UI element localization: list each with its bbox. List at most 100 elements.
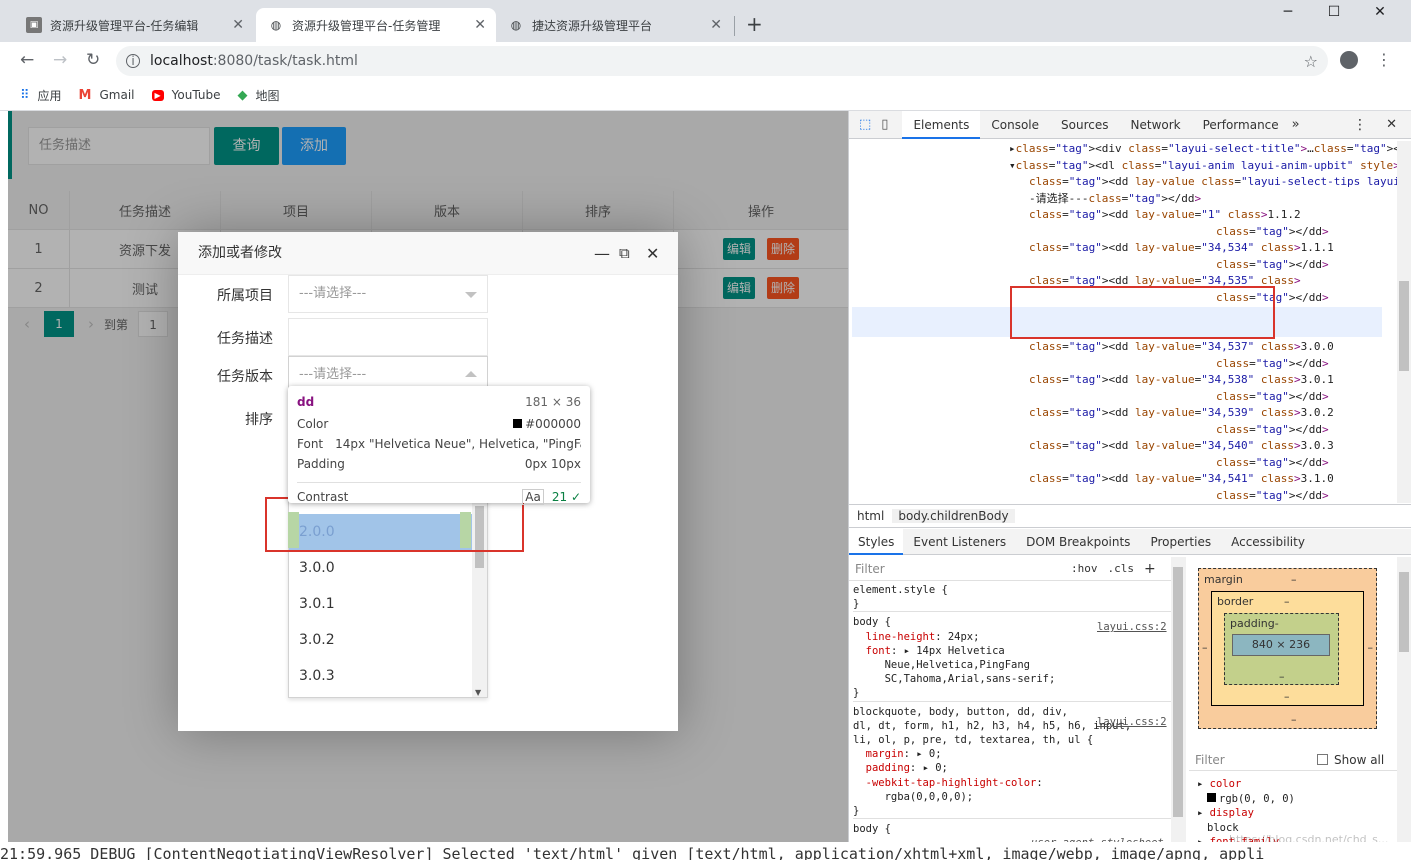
scrollbar[interactable] — [1397, 557, 1411, 859]
apps-icon: ⠿ — [20, 87, 30, 103]
desc-input[interactable] — [288, 318, 488, 356]
field-label-sort: 排序 — [245, 412, 273, 428]
filter-input[interactable]: Filter — [855, 562, 1061, 576]
cls-toggle[interactable]: .cls — [1108, 562, 1135, 575]
bookmark-label: 应用 — [37, 88, 62, 103]
tab-properties[interactable]: Properties — [1140, 535, 1221, 549]
tab-performance[interactable]: Performance — [1192, 111, 1290, 139]
dom-line[interactable]: class="tag"><dd lay-value="34,539" class… — [849, 405, 1397, 422]
menu-kebab-icon[interactable]: ⋮ — [1376, 50, 1392, 69]
tab-sources[interactable]: Sources — [1050, 111, 1119, 139]
dom-line[interactable]: class="tag"><dd lay-value class="layui-s… — [849, 174, 1397, 191]
dom-line[interactable]: ▾class="tag"><dl class="layui-anim layui… — [849, 158, 1397, 175]
dom-line[interactable]: ▸class="tag"><div class="layui-select-ti… — [849, 141, 1397, 158]
browser-tab[interactable]: ▣ 资源升级管理平台-任务编辑 ✕ — [14, 8, 254, 42]
dom-line[interactable]: class="tag"><dd lay-value="34,534" class… — [849, 240, 1397, 257]
bookmark-gmail[interactable]: M Gmail — [79, 88, 135, 103]
computed-filter[interactable]: Filter Show all — [1189, 749, 1397, 771]
select-value: ---请选择--- — [299, 367, 367, 382]
minimize-icon[interactable]: — — [594, 244, 610, 263]
scrollbar[interactable] — [1397, 141, 1411, 503]
dom-line[interactable]: class="tag"></dd> — [849, 488, 1397, 504]
more-tabs-icon[interactable]: » — [1292, 117, 1300, 132]
device-icon[interactable]: ▯ — [881, 117, 888, 132]
option-item[interactable]: 3.0.2 — [289, 622, 487, 658]
browser-tab-active[interactable]: ◍ 资源升级管理平台-任务管理 ✕ — [256, 8, 496, 42]
close-icon[interactable]: ✕ — [646, 244, 659, 263]
window-close-icon[interactable]: ✕ — [1357, 4, 1403, 28]
dom-line[interactable]: class="tag"></dd> — [849, 356, 1397, 373]
address-bar[interactable]: i localhost:8080/task/task.html ☆ — [116, 46, 1328, 76]
close-icon[interactable]: ✕ — [474, 17, 486, 33]
box-model-content: 840 × 236 — [1232, 634, 1330, 656]
style-line: Neue,Helvetica,PingFang — [853, 659, 1031, 672]
style-line: SC,Tahoma,Arial,sans-serif; — [853, 673, 1056, 686]
dom-line[interactable]: class="tag"></dd> — [849, 257, 1397, 274]
reload-icon[interactable]: ↻ — [86, 50, 100, 70]
minimize-icon[interactable]: ─ — [1265, 4, 1311, 28]
option-item[interactable]: 3.0.3 — [289, 658, 487, 694]
breadcrumb-item[interactable]: html — [857, 509, 884, 523]
devtools-tabs: ⬚ ▯ Elements Console Sources Network Per… — [849, 110, 1411, 139]
scrollbar[interactable] — [1171, 557, 1186, 859]
maximize-icon[interactable]: ☐ — [1311, 4, 1357, 28]
dom-line[interactable]: class="tag"><dd lay-value="1" class>1.1.… — [849, 207, 1397, 224]
add-rule-icon[interactable]: + — [1144, 561, 1156, 577]
tab-console[interactable]: Console — [980, 111, 1050, 139]
show-all-label: Show all — [1334, 752, 1385, 767]
settings-kebab-icon[interactable]: ⋮ — [1353, 117, 1367, 133]
dom-line[interactable]: class="tag"></dd> — [849, 455, 1397, 472]
browser-tab[interactable]: ◍ 捷达资源升级管理平台 ✕ — [496, 8, 732, 42]
box-model-border: border – – padding- 840 × 236 – — [1211, 591, 1364, 706]
dom-line[interactable]: class="tag"><dd lay-value="34,538" class… — [849, 372, 1397, 389]
dom-line[interactable]: class="tag"></dd> — [849, 389, 1397, 406]
tab-title: 资源升级管理平台-任务编辑 — [50, 18, 199, 33]
globe-icon: ◍ — [270, 18, 282, 32]
bookmark-maps[interactable]: ◆ 地图 — [237, 87, 279, 104]
style-source-link[interactable]: layui.css:2 — [1097, 619, 1167, 636]
close-icon[interactable]: ✕ — [232, 17, 244, 33]
tooltip-key: Font — [297, 437, 324, 451]
tab-dom-breakpoints[interactable]: DOM Breakpoints — [1016, 535, 1140, 549]
bookmark-youtube[interactable]: ▶ YouTube — [151, 88, 220, 102]
style-source-link[interactable]: layui.css:2 — [1097, 714, 1167, 731]
tab-styles[interactable]: Styles — [849, 528, 904, 555]
breadcrumb-item[interactable]: body.childrenBody — [892, 509, 1015, 523]
new-tab-icon[interactable]: + — [746, 12, 763, 36]
close-icon[interactable]: ✕ — [710, 17, 722, 33]
star-icon[interactable]: ☆ — [1304, 52, 1318, 71]
tab-network[interactable]: Network — [1120, 111, 1192, 139]
close-devtools-icon[interactable]: ✕ — [1386, 117, 1397, 132]
option-item[interactable]: 3.0.0 — [289, 550, 487, 586]
option-item[interactable]: 3.0.1 — [289, 586, 487, 622]
bookmark-apps[interactable]: ⠿ 应用 — [20, 87, 62, 104]
tooltip-value: 0px 10px — [524, 457, 581, 471]
checkbox[interactable] — [1317, 754, 1328, 765]
back-icon[interactable]: ← — [20, 50, 34, 70]
tab-title: 捷达资源升级管理平台 — [532, 18, 653, 33]
profile-icon[interactable] — [1340, 51, 1358, 69]
style-line: font: ▸ 14px Helvetica — [865, 644, 1005, 657]
styles-filter[interactable]: Filter :hov .cls + — [849, 557, 1171, 581]
style-line: padding: ▸ 0; — [865, 762, 948, 775]
project-select[interactable]: ---请选择--- — [288, 275, 488, 313]
tab-event-listeners[interactable]: Event Listeners — [903, 535, 1016, 549]
field-label-desc: 任务描述 — [217, 331, 273, 347]
dom-line[interactable]: class="tag"><dd lay-value="34,540" class… — [849, 438, 1397, 455]
tab-title: 资源升级管理平台-任务管理 — [292, 18, 441, 33]
dom-line[interactable]: -请选择---class="tag"></dd> — [849, 191, 1397, 208]
dom-line[interactable]: class="tag"></dd> — [849, 224, 1397, 241]
contrast-value: Aa 21 ✓ — [522, 488, 581, 507]
dom-line[interactable]: class="tag"><dd lay-value="34,537" class… — [849, 339, 1397, 356]
hov-toggle[interactable]: :hov — [1071, 562, 1098, 575]
field-label-project: 所属项目 — [217, 288, 273, 304]
maximize-icon[interactable]: ⧉ — [619, 244, 630, 262]
dom-line[interactable]: class="tag"></dd> — [849, 422, 1397, 439]
filter-input[interactable]: Filter — [1195, 753, 1317, 767]
inspect-icon[interactable]: ⬚ — [859, 117, 871, 132]
image-icon: ▣ — [26, 17, 42, 33]
forward-icon[interactable]: → — [53, 50, 67, 70]
dom-line[interactable]: class="tag"><dd lay-value="34,541" class… — [849, 471, 1397, 488]
tab-accessibility[interactable]: Accessibility — [1221, 535, 1315, 549]
tab-elements[interactable]: Elements — [902, 110, 981, 139]
